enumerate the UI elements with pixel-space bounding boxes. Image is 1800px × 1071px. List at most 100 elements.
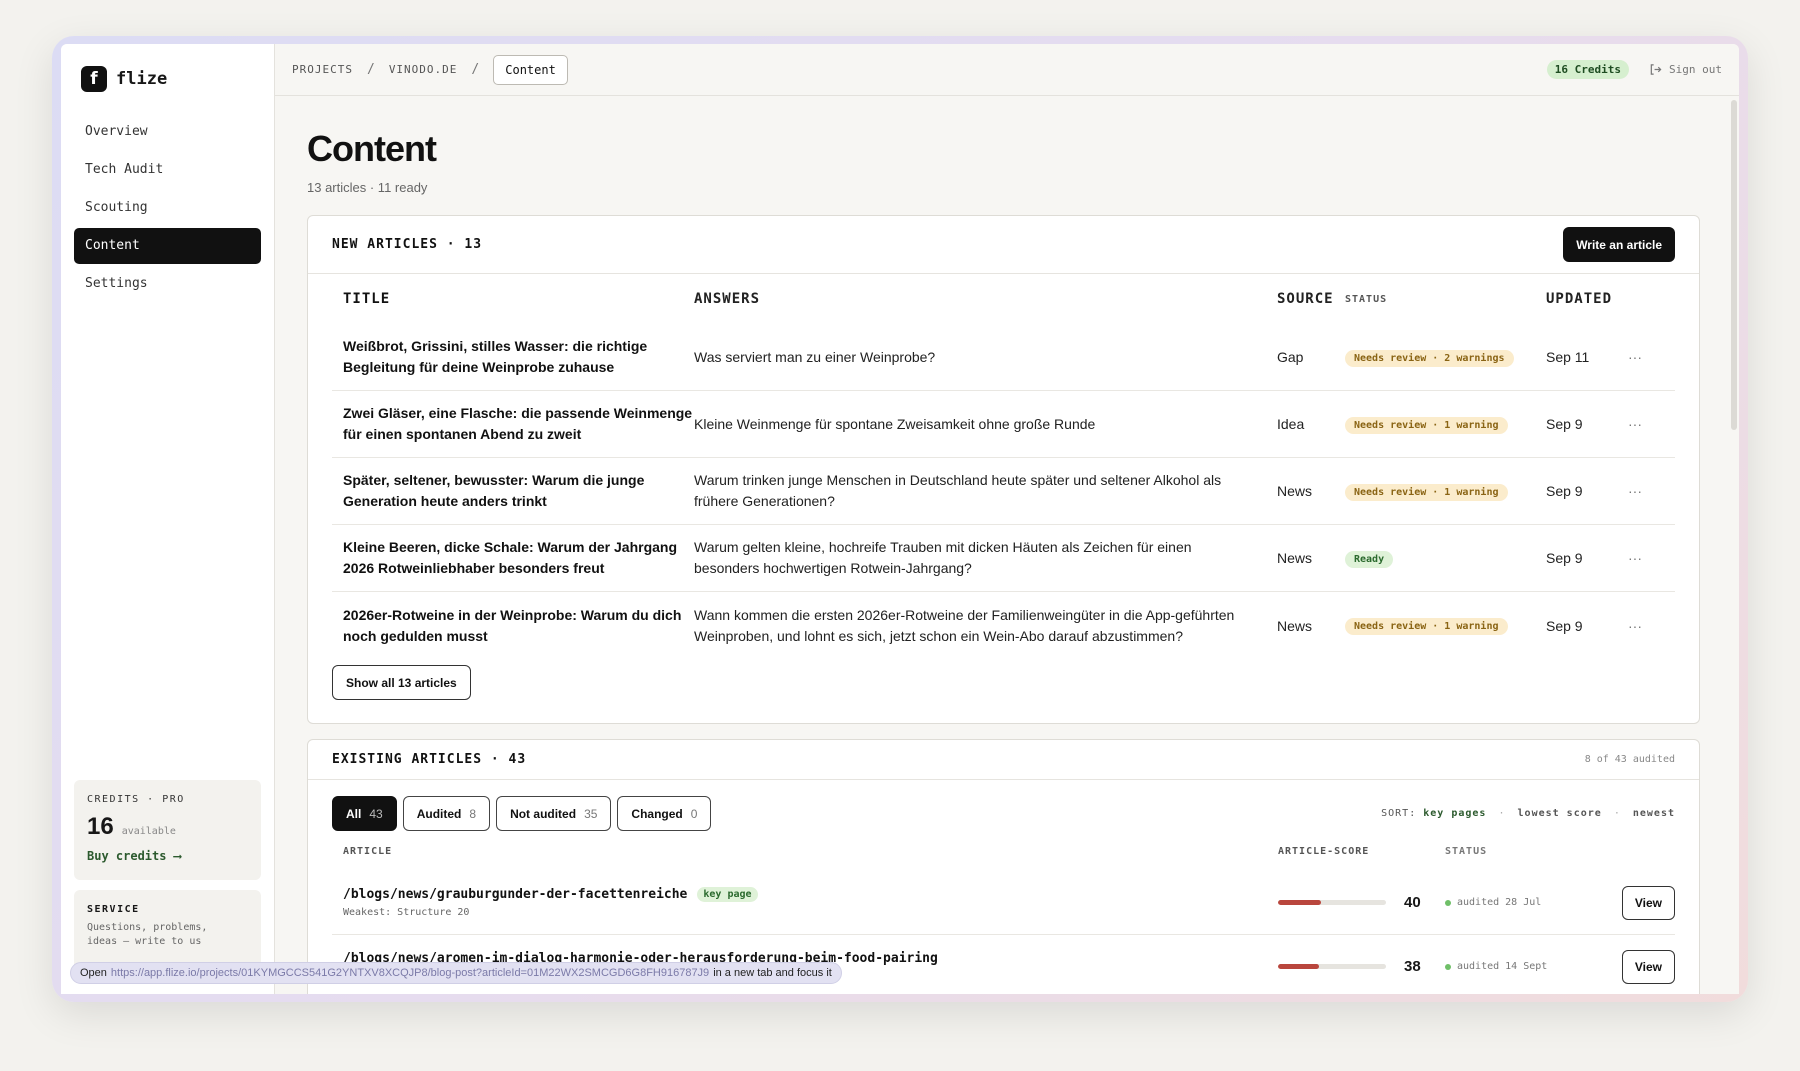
article-source: News	[1277, 550, 1313, 566]
article-updated: Sep 9	[1546, 416, 1583, 432]
sidebar-item-settings[interactable]: Settings	[74, 266, 261, 302]
status-dot-icon	[1445, 899, 1451, 906]
sort-option-key-pages[interactable]: key pages	[1423, 808, 1486, 819]
credits-card-heading: CREDITS · PRO	[87, 794, 185, 805]
breadcrumb-separator: /	[366, 62, 375, 77]
col-article: ARTICLE	[343, 845, 393, 857]
service-heading: SERVICE	[87, 904, 140, 915]
article-answers: Wann kommen die ersten 2026er-Rotweine d…	[694, 606, 1235, 644]
write-article-button[interactable]: Write an article	[1563, 227, 1675, 262]
article-source: Gap	[1277, 349, 1304, 365]
article-score: 38	[1404, 958, 1421, 975]
table-row[interactable]: Zwei Gläser, eine Flasche: die passende …	[332, 391, 1675, 458]
article-title[interactable]: Weißbrot, Grissini, stilles Wasser: die …	[332, 336, 694, 378]
main-area: PROJECTS / VINODO.DE / Content 16 Credit…	[275, 44, 1739, 994]
more-icon[interactable]: ···	[1628, 349, 1658, 365]
filter-all[interactable]: All 43	[332, 796, 397, 831]
app-name: flize	[116, 69, 168, 89]
topbar: PROJECTS / VINODO.DE / Content 16 Credit…	[275, 44, 1739, 96]
article-path[interactable]: /blogs/news/grauburgunder-der-facettenre…	[343, 887, 687, 902]
filter-count: 0	[690, 806, 698, 821]
article-updated: Sep 9	[1546, 617, 1583, 634]
sort-option-lowest-score[interactable]: lowest score	[1518, 808, 1602, 819]
logo-mark-icon: f	[81, 66, 107, 92]
table-row[interactable]: Kleine Beeren, dicke Schale: Warum der J…	[332, 525, 1675, 592]
new-articles-title: NEW ARTICLES · 13	[332, 237, 483, 252]
article-title[interactable]: 2026er-Rotweine in der Weinprobe: Warum …	[332, 605, 694, 647]
audit-status: audited 28 Jul	[1457, 897, 1542, 908]
article-updated: Sep 9	[1546, 550, 1583, 566]
sort-label: SORT:	[1381, 808, 1417, 819]
score-bar	[1278, 900, 1386, 905]
scrollbar[interactable]	[1731, 100, 1737, 430]
filter-count: 43	[369, 806, 383, 821]
more-icon[interactable]: ···	[1628, 483, 1658, 499]
article-answers: Warum gelten kleine, hochreife Trauben m…	[694, 539, 1192, 576]
article-title[interactable]: Zwei Gläser, eine Flasche: die passende …	[332, 403, 694, 445]
table-row[interactable]: 2026er-Rotweine in der Weinprobe: Warum …	[332, 592, 1675, 659]
table-row[interactable]: /blogs/news/grauburgunder-der-facettenre…	[332, 871, 1675, 935]
link-preview-tooltip: Open https://app.flize.io/projects/01KYM…	[70, 962, 842, 984]
filter-audited[interactable]: Audited 8	[402, 796, 491, 831]
status-badge: Needs review · 2 warnings	[1345, 349, 1514, 367]
article-title[interactable]: Später, seltener, bewusster: Warum die j…	[332, 470, 694, 512]
article-answers: Kleine Weinmenge für spontane Zweisamkei…	[694, 415, 1096, 432]
service-text: Questions, problems, ideas — write to us	[87, 922, 208, 947]
status-badge: Ready	[1345, 550, 1394, 568]
sidebar-item-overview[interactable]: Overview	[74, 114, 261, 150]
filter-not-audited[interactable]: Not audited 35	[496, 796, 612, 831]
sidebar-item-scouting[interactable]: Scouting	[74, 190, 261, 226]
service-card[interactable]: SERVICE Questions, problems, ideas — wri…	[74, 890, 261, 970]
filter-label: All	[346, 806, 362, 821]
score-bar-fill	[1278, 900, 1322, 905]
sidebar-nav: Overview Tech Audit Scouting Content Set…	[74, 114, 261, 304]
audit-status: audited 14 Sept	[1457, 961, 1548, 972]
article-answers: Warum trinken junge Menschen in Deutschl…	[694, 472, 1222, 509]
page-title: Content	[307, 128, 437, 169]
app-window: f flize Overview Tech Audit Scouting Con…	[61, 44, 1739, 994]
filter-count: 35	[584, 806, 598, 821]
new-articles-table: TITLE ANSWERS SOURCE STATUS UPDATED Weiß…	[332, 274, 1675, 659]
filter-changed[interactable]: Changed 0	[617, 796, 712, 831]
filter-count: 8	[469, 806, 477, 821]
more-icon[interactable]: ···	[1628, 416, 1658, 432]
table-row[interactable]: Später, seltener, bewusster: Warum die j…	[332, 458, 1675, 525]
filter-label: Not audited	[510, 806, 577, 821]
existing-articles-title: EXISTING ARTICLES · 43	[332, 752, 527, 767]
new-articles-panel: NEW ARTICLES · 13 Write an article TITLE…	[307, 215, 1700, 724]
buy-credits-link[interactable]: Buy credits ⟶	[87, 849, 248, 863]
key-page-badge: key page	[697, 887, 758, 902]
breadcrumb-project[interactable]: VINODO.DE	[389, 63, 458, 76]
sign-out-icon	[1650, 64, 1662, 75]
view-button[interactable]: View	[1621, 885, 1675, 920]
table-header: TITLE ANSWERS SOURCE STATUS UPDATED	[332, 274, 1675, 324]
col-article-score: ARTICLE-SCORE	[1278, 845, 1370, 857]
col-updated: UPDATED	[1546, 291, 1613, 307]
table-row[interactable]: Weißbrot, Grissini, stilles Wasser: die …	[332, 324, 1675, 391]
filter-label: Audited	[416, 806, 462, 821]
article-score: 40	[1404, 894, 1421, 911]
score-bar-fill	[1278, 964, 1320, 969]
article-answers: Was serviert man zu einer Weinprobe?	[694, 348, 936, 365]
sidebar-item-content[interactable]: Content	[74, 228, 261, 264]
view-button[interactable]: View	[1621, 949, 1675, 984]
sidebar: f flize Overview Tech Audit Scouting Con…	[61, 44, 275, 994]
article-title[interactable]: Kleine Beeren, dicke Schale: Warum der J…	[332, 537, 694, 579]
more-icon[interactable]: ···	[1628, 550, 1658, 566]
show-all-articles-button[interactable]: Show all 13 articles	[332, 665, 471, 700]
status-badge: Needs review · 1 warning	[1345, 618, 1508, 635]
logo[interactable]: f flize	[81, 66, 167, 92]
filter-bar: All 43 Audited 8 Not audited 35 Changed …	[332, 796, 1675, 831]
status-badge: Needs review · 1 warning	[1345, 483, 1508, 501]
sort-control: SORT: key pages · lowest score · newest	[1381, 808, 1675, 819]
breadcrumb-current: Content	[493, 54, 568, 85]
page-subtitle: 13 articles · 11 ready	[307, 180, 428, 195]
sort-option-newest[interactable]: newest	[1633, 808, 1675, 819]
sidebar-item-tech-audit[interactable]: Tech Audit	[74, 152, 261, 188]
more-icon[interactable]: ···	[1628, 618, 1658, 634]
sign-out-label: Sign out	[1669, 63, 1722, 76]
article-source: News	[1277, 483, 1313, 499]
article-source: News	[1277, 617, 1313, 634]
sign-out-button[interactable]: Sign out	[1649, 63, 1722, 76]
breadcrumb-projects[interactable]: PROJECTS	[292, 63, 353, 76]
